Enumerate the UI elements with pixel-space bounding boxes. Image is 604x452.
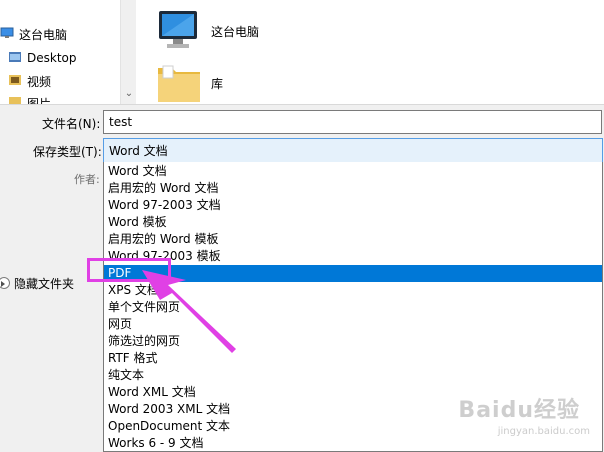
hide-folders-button[interactable]: 隐藏文件夹 (0, 271, 74, 295)
computer-icon (0, 27, 14, 42)
nav-item-label: Desktop (27, 51, 77, 65)
picture-folder-icon (8, 95, 22, 104)
dropdown-option[interactable]: XPS 文档 (104, 282, 602, 299)
folder-icon (8, 50, 22, 66)
nav-scrollbar[interactable]: ⌄ (120, 0, 136, 104)
filetype-select-value: Word 文档 (109, 144, 168, 158)
video-folder-icon (8, 73, 22, 89)
annotation-highlight-box (87, 258, 171, 282)
nav-item-label: 图片 (27, 96, 52, 105)
library-icon (155, 60, 203, 104)
dropdown-option[interactable]: 单个文件网页 (104, 299, 602, 316)
computer-icon (155, 8, 203, 55)
dropdown-option[interactable]: RTF 格式 (104, 350, 602, 367)
filetype-label: 保存类型(T): (33, 145, 102, 159)
scroll-down-icon[interactable]: ⌄ (121, 88, 137, 100)
nav-item-label: 这台电脑 (19, 27, 68, 42)
filetype-select[interactable]: Word 文档 (103, 138, 603, 163)
dropdown-option[interactable]: Word 文档 (104, 163, 602, 180)
nav-item-pictures[interactable]: 图片 (8, 92, 120, 104)
dropdown-option[interactable]: Works 6 - 9 文档 (104, 435, 602, 451)
dropdown-option[interactable]: 启用宏的 Word 模板 (104, 231, 602, 248)
dropdown-option[interactable]: 纯文本 (104, 367, 602, 384)
author-label: 作者: (74, 173, 100, 186)
dropdown-option[interactable]: Word 97-2003 模板 (104, 248, 602, 265)
dropdown-option-selected[interactable]: PDF (104, 265, 602, 282)
content-pane: 这台电脑 库 (137, 0, 604, 104)
nav-item-this-pc[interactable]: 这台电脑 (0, 23, 120, 45)
content-item-library[interactable]: 库 (155, 60, 223, 104)
filename-input[interactable] (103, 110, 602, 134)
nav-item-desktop[interactable]: Desktop (8, 47, 120, 69)
content-item-this-pc[interactable]: 这台电脑 (155, 8, 259, 55)
content-item-label: 这台电脑 (211, 25, 260, 39)
dropdown-option[interactable]: Word 97-2003 文档 (104, 197, 602, 214)
nav-item-videos[interactable]: 视频 (8, 70, 120, 92)
watermark: Baidu经验 (458, 398, 580, 423)
filename-label: 文件名(N): (42, 117, 101, 131)
hide-folders-label: 隐藏文件夹 (14, 276, 75, 291)
content-item-label: 库 (211, 77, 224, 91)
dropdown-option[interactable]: 网页 (104, 316, 602, 333)
dropdown-option[interactable]: 启用宏的 Word 文档 (104, 180, 602, 197)
navigation-pane: 这台电脑 Desktop 视频 图片 (0, 0, 120, 104)
dropdown-option[interactable]: 筛选过的网页 (104, 333, 602, 350)
watermark-url: jingyan.baidu.com (497, 426, 590, 437)
nav-item-label: 视频 (27, 74, 52, 89)
expand-arrow-icon (0, 277, 10, 289)
dropdown-option[interactable]: Word 模板 (104, 214, 602, 231)
